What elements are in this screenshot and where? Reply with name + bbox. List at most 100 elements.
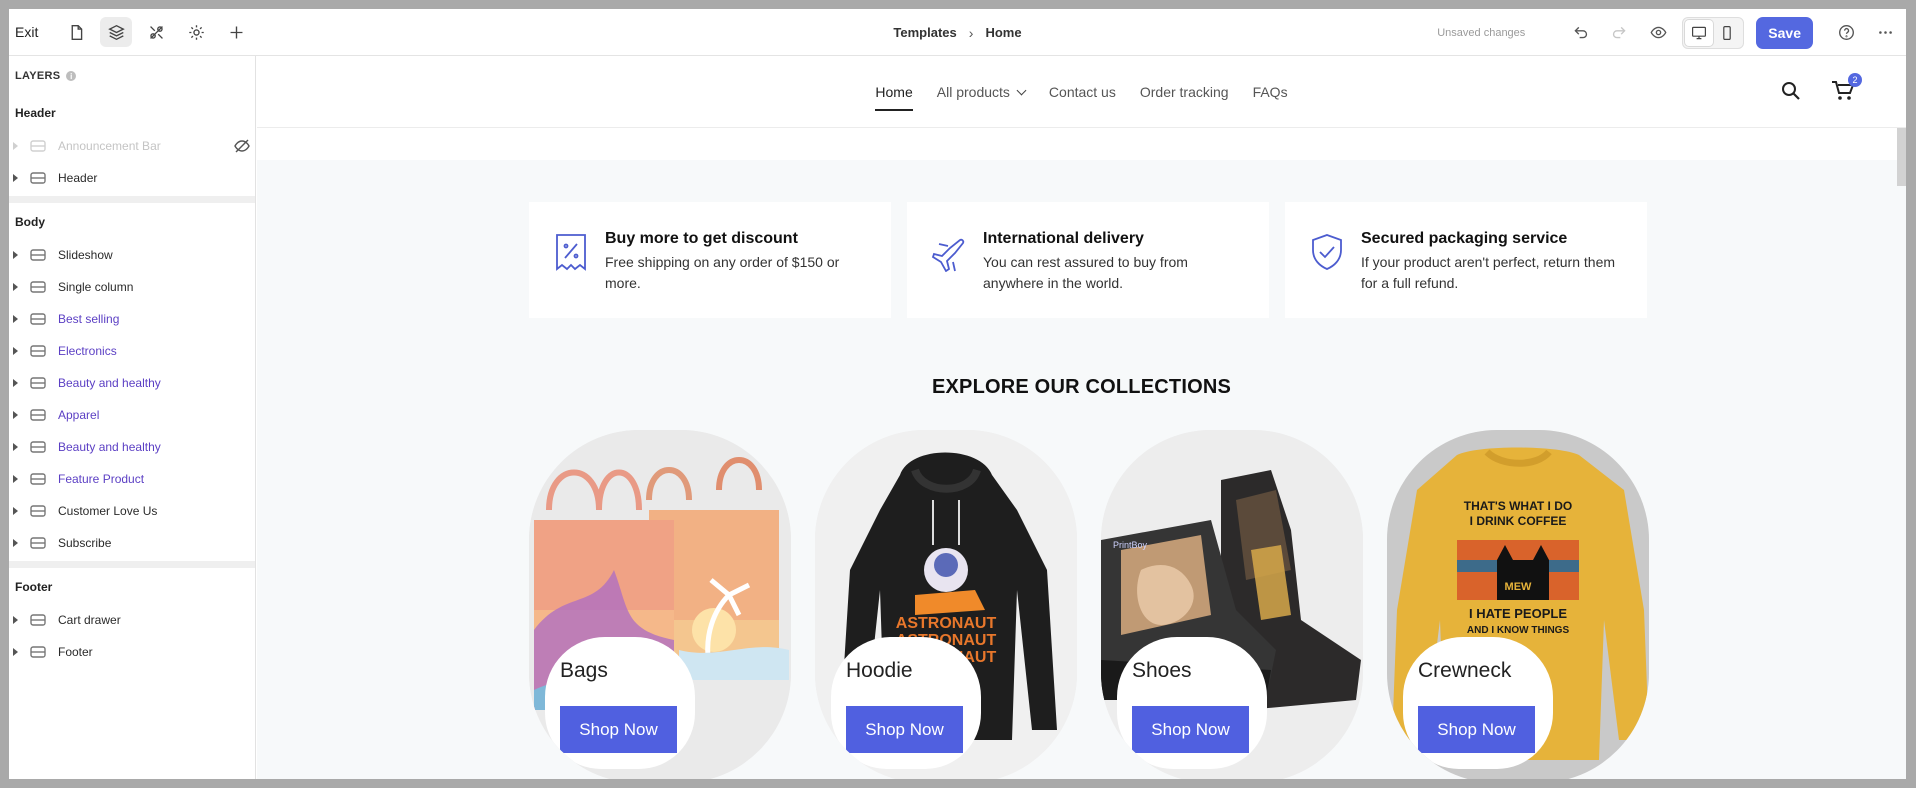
search-icon[interactable] — [1780, 80, 1802, 102]
expand-caret-icon[interactable] — [13, 648, 18, 656]
desktop-icon[interactable] — [1685, 19, 1714, 46]
preview-canvas: Home All products Contact us Order track… — [257, 56, 1906, 779]
layer-electronics[interactable]: Electronics — [9, 335, 255, 367]
settings-gear-icon[interactable] — [180, 17, 212, 47]
store-header: Home All products Contact us Order track… — [257, 56, 1906, 128]
layers-icon[interactable] — [100, 17, 133, 47]
collection-card-hoodie[interactable]: ASTRONAUT ASTRONAUT ASTRONAUT Hoodie Sho… — [815, 430, 1077, 779]
more-options-icon[interactable] — [1870, 18, 1900, 48]
expand-caret-icon[interactable] — [13, 142, 18, 150]
expand-caret-icon[interactable] — [13, 315, 18, 323]
layer-beauty-and-healthy[interactable]: Beauty and healthy — [9, 367, 255, 399]
expand-caret-icon[interactable] — [13, 379, 18, 387]
shirt-print-line-2: I DRINK COFFEE — [1470, 514, 1567, 528]
nav-all-products[interactable]: All products — [937, 56, 1027, 128]
shop-now-button[interactable]: Shop Now — [846, 706, 963, 753]
nav-faqs[interactable]: FAQs — [1253, 56, 1288, 128]
expand-caret-icon[interactable] — [13, 616, 18, 624]
shirt-print-line-4: I HATE PEOPLE — [1469, 606, 1567, 621]
shirt-print-line-1: THAT'S WHAT I DO — [1464, 499, 1572, 513]
eye-hidden-icon[interactable] — [234, 138, 250, 154]
layer-header[interactable]: Header — [9, 162, 255, 194]
feature-title: Secured packaging service — [1361, 230, 1568, 247]
nav-home[interactable]: Home — [875, 56, 914, 128]
collection-name: Shoes — [1132, 659, 1192, 682]
expand-caret-icon[interactable] — [13, 251, 18, 259]
airplane-icon — [931, 232, 967, 273]
help-icon[interactable] — [1831, 18, 1861, 48]
section-icon — [30, 409, 46, 421]
collection-name: Bags — [560, 659, 608, 682]
expand-caret-icon[interactable] — [13, 475, 18, 483]
feature-row: Buy more to get discount Free shipping o… — [529, 202, 1647, 318]
expand-caret-icon[interactable] — [13, 174, 18, 182]
group-divider — [9, 196, 255, 203]
preview-eye-icon[interactable] — [1643, 18, 1673, 48]
feature-description: If your product aren't perfect, return t… — [1361, 254, 1616, 291]
feature-description: You can rest assured to buy from anywher… — [983, 254, 1188, 291]
collections-row: Bags Shop Now ASTRONAUT ASTRONAUT ASTRON… — [529, 430, 1649, 779]
add-icon[interactable] — [220, 17, 252, 47]
section-icon — [30, 537, 46, 549]
collection-label: Shoes Shop Now — [1117, 637, 1267, 769]
layer-best-selling[interactable]: Best selling — [9, 303, 255, 335]
nav-contact-us[interactable]: Contact us — [1049, 56, 1116, 128]
layer-feature-product[interactable]: Feature Product — [9, 463, 255, 495]
collection-card-crewneck[interactable]: THAT'S WHAT I DO I DRINK COFFEE MEW I HA… — [1387, 430, 1649, 779]
feature-text: International delivery You can rest assu… — [983, 230, 1249, 294]
shoe-brand-text: PrintBoy — [1113, 540, 1148, 550]
collection-card-bags[interactable]: Bags Shop Now — [529, 430, 791, 779]
cart-count-badge: 2 — [1848, 73, 1862, 87]
group-divider — [9, 561, 255, 568]
unsaved-status: Unsaved changes — [1437, 26, 1526, 39]
mobile-icon[interactable] — [1713, 20, 1741, 46]
save-button[interactable]: Save — [1756, 16, 1813, 49]
editor-toolbar: Exit Templates › Home Unsaved changes Sa… — [9, 9, 1906, 56]
feature-card: Buy more to get discount Free shipping o… — [529, 202, 891, 318]
expand-caret-icon[interactable] — [13, 539, 18, 547]
layer-beauty-and-healthy-2[interactable]: Beauty and healthy — [9, 431, 255, 463]
layer-single-column[interactable]: Single column — [9, 271, 255, 303]
collections-heading: EXPLORE OUR COLLECTIONS — [931, 376, 1232, 398]
layers-panel: LAYERS i Header Announcement Bar Header … — [9, 56, 256, 779]
chevron-right-icon: › — [968, 24, 974, 41]
layer-slideshow[interactable]: Slideshow — [9, 239, 255, 271]
shop-now-button[interactable]: Shop Now — [1132, 706, 1249, 753]
section-icon — [30, 646, 46, 658]
info-icon[interactable]: i — [66, 71, 77, 81]
collection-card-shoes[interactable]: PrintBoy Shoes Shop Now — [1101, 430, 1363, 779]
undo-icon[interactable] — [1565, 18, 1595, 48]
nav-order-tracking[interactable]: Order tracking — [1140, 56, 1229, 128]
breadcrumb-templates[interactable]: Templates — [893, 25, 956, 40]
feature-card: Secured packaging service If your produc… — [1285, 202, 1647, 318]
feature-text: Buy more to get discount Free shipping o… — [605, 230, 871, 294]
hoodie-print-line-1: ASTRONAUT — [896, 615, 997, 632]
layer-footer[interactable]: Footer — [9, 636, 255, 668]
layer-customer-love-us[interactable]: Customer Love Us — [9, 495, 255, 527]
expand-caret-icon[interactable] — [13, 443, 18, 451]
collection-label: Bags Shop Now — [545, 637, 695, 769]
shop-now-button[interactable]: Shop Now — [1418, 706, 1535, 753]
group-title-header: Header — [15, 106, 56, 120]
exit-button[interactable]: Exit — [15, 24, 38, 40]
pages-icon[interactable] — [60, 17, 92, 47]
collection-name: Hoodie — [846, 659, 913, 682]
layer-subscribe[interactable]: Subscribe — [9, 527, 255, 559]
store-nav: Home All products Contact us Order track… — [257, 56, 1906, 128]
layer-apparel[interactable]: Apparel — [9, 399, 255, 431]
layer-cart-drawer[interactable]: Cart drawer — [9, 604, 255, 636]
expand-caret-icon[interactable] — [13, 507, 18, 515]
tools-icon[interactable] — [140, 17, 172, 47]
feature-title: Buy more to get discount — [605, 230, 798, 247]
section-icon — [30, 249, 46, 261]
layer-announcement-bar[interactable]: Announcement Bar — [9, 130, 255, 162]
redo-icon[interactable] — [1604, 18, 1634, 48]
layers-title: LAYERS i — [9, 56, 255, 96]
expand-caret-icon[interactable] — [13, 347, 18, 355]
discount-tag-icon — [553, 232, 589, 272]
feature-title: International delivery — [983, 230, 1144, 247]
expand-caret-icon[interactable] — [13, 411, 18, 419]
expand-caret-icon[interactable] — [13, 283, 18, 291]
shop-now-button[interactable]: Shop Now — [560, 706, 677, 753]
section-icon — [30, 281, 46, 293]
